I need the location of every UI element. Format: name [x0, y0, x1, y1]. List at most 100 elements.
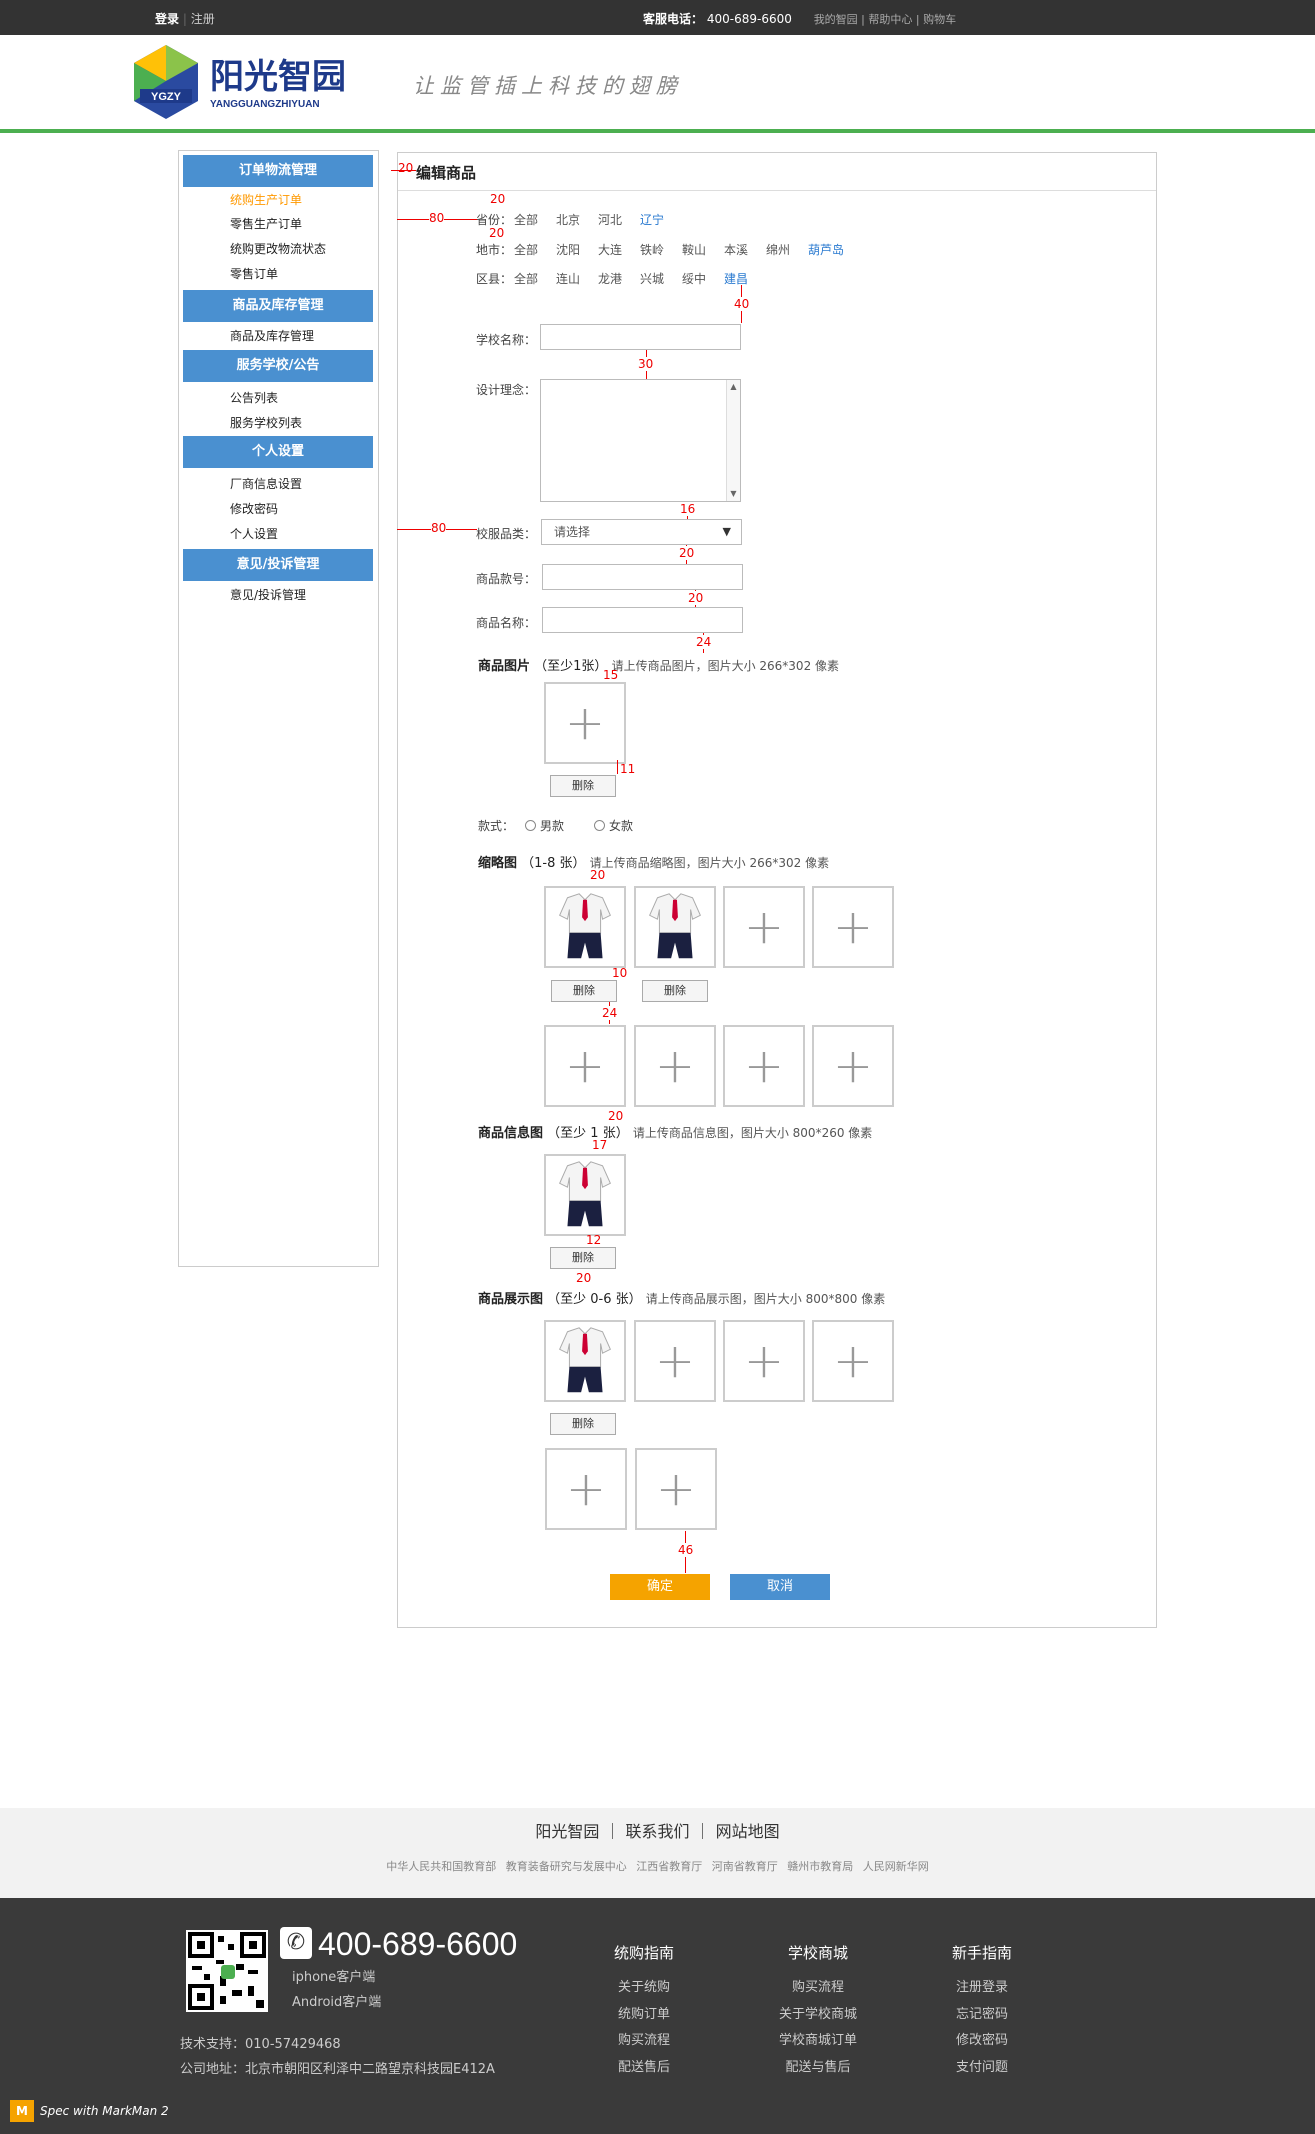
district-option-suizhong[interactable]: 绥中	[682, 270, 706, 287]
city-option-anshan[interactable]: 鞍山	[682, 241, 706, 258]
cancel-button[interactable]: 取消	[730, 1574, 830, 1600]
login-link[interactable]: 登录	[155, 12, 179, 26]
district-option-all[interactable]: 全部	[514, 270, 538, 287]
item-no-input[interactable]	[542, 564, 743, 590]
footer-col-guide-item[interactable]: 修改密码	[922, 2029, 1042, 2048]
sidebar-item-bulk-order[interactable]: 统购生产订单	[230, 191, 302, 208]
province-option-hebei[interactable]: 河北	[598, 211, 622, 228]
school-name-input[interactable]	[540, 324, 741, 350]
marker-20f: 20	[590, 868, 606, 882]
style-male-label: 男款	[540, 819, 565, 833]
thumb-slot-4[interactable]: +	[812, 886, 894, 968]
qr-code	[186, 1930, 268, 2012]
city-option-all[interactable]: 全部	[514, 241, 538, 258]
logo-en: YANGGUANGZHIYUAN	[210, 99, 320, 110]
info-section-count: （至少 1 张）	[547, 1126, 629, 1141]
thumb-slot-1[interactable]	[544, 886, 626, 968]
sidebar-item-school-list[interactable]: 服务学校列表	[230, 414, 302, 431]
style-radio-male[interactable]: 男款	[525, 817, 564, 834]
sidebar-item-change-password[interactable]: 修改密码	[230, 500, 278, 517]
sidebar-item-vendor-info[interactable]: 厂商信息设置	[230, 475, 302, 492]
plus-icon: +	[743, 1038, 785, 1094]
design-textarea[interactable]: ▲ ▼	[540, 379, 741, 502]
thumb-delete-button-2[interactable]: 删除	[642, 980, 708, 1002]
marker-line	[617, 760, 618, 774]
image-delete-button[interactable]: 删除	[550, 775, 616, 797]
top-links[interactable]: 我的智园 | 帮助中心 | 购物车	[814, 13, 956, 26]
textarea-scrollbar[interactable]: ▲ ▼	[726, 380, 740, 501]
confirm-button[interactable]: 确定	[610, 1574, 710, 1600]
city-option-mianzhou[interactable]: 绵州	[766, 241, 790, 258]
sidebar-item-feedback[interactable]: 意见/投诉管理	[230, 586, 306, 603]
footer-main-links[interactable]: 阳光智园 ｜ 联系我们 ｜ 网站地图	[0, 1818, 1315, 1842]
sidebar-item-goods-stock[interactable]: 商品及库存管理	[230, 327, 314, 344]
footer-col-bulk-item[interactable]: 配送售后	[584, 2056, 704, 2075]
footer-android-client[interactable]: Android客户端	[292, 1991, 381, 2010]
footer-col-bulk-item[interactable]: 关于统购	[584, 1976, 704, 1995]
display-delete-button[interactable]: 删除	[550, 1413, 616, 1435]
display-slot-5[interactable]: +	[545, 1448, 627, 1530]
district-option-lianshan[interactable]: 连山	[556, 270, 580, 287]
thumb-slot-6[interactable]: +	[634, 1025, 716, 1107]
city-option-dalian[interactable]: 大连	[598, 241, 622, 258]
footer-partner-links[interactable]: 中华人民共和国教育部 教育装备研究与发展中心 江西省教育厅 河南省教育厅 赣州市…	[0, 1858, 1315, 1874]
uniform-image	[559, 1327, 611, 1393]
footer-col-bulk-item[interactable]: 统购订单	[584, 2003, 704, 2022]
info-slot-1[interactable]	[544, 1154, 626, 1236]
province-option-all[interactable]: 全部	[514, 211, 538, 228]
sidebar-group-school-notice[interactable]: 服务学校/公告	[183, 350, 373, 382]
district-option-jianchang[interactable]: 建昌	[724, 270, 748, 287]
footer-col-guide-item[interactable]: 支付问题	[922, 2056, 1042, 2075]
sidebar-group-personal[interactable]: 个人设置	[183, 436, 373, 468]
display-slot-3[interactable]: +	[723, 1320, 805, 1402]
info-delete-button[interactable]: 删除	[550, 1247, 616, 1269]
register-link[interactable]: 注册	[191, 12, 215, 26]
sidebar-item-notice-list[interactable]: 公告列表	[230, 389, 278, 406]
district-option-longgang[interactable]: 龙港	[598, 270, 622, 287]
thumb-slot-5[interactable]: +	[544, 1025, 626, 1107]
thumb-slot-8[interactable]: +	[812, 1025, 894, 1107]
province-option-liaoning[interactable]: 辽宁	[640, 211, 664, 228]
footer-col-mall-item[interactable]: 购买流程	[758, 1976, 878, 1995]
city-option-benxi[interactable]: 本溪	[724, 241, 748, 258]
display-slot-4[interactable]: +	[812, 1320, 894, 1402]
footer-col-guide-item[interactable]: 注册登录	[922, 1976, 1042, 1995]
thumb-section-name: 缩略图	[478, 856, 518, 871]
province-option-beijing[interactable]: 北京	[556, 211, 580, 228]
sidebar-group-order-logistics[interactable]: 订单物流管理	[183, 155, 373, 187]
footer-col-mall-item[interactable]: 学校商城订单	[758, 2029, 878, 2048]
display-slot-2[interactable]: +	[634, 1320, 716, 1402]
sidebar-item-retail-order[interactable]: 零售订单	[230, 265, 278, 282]
footer-col-mall-item[interactable]: 配送与售后	[758, 2056, 878, 2075]
thumb-slot-3[interactable]: +	[723, 886, 805, 968]
sidebar-group-feedback[interactable]: 意见/投诉管理	[183, 549, 373, 581]
city-option-tieling[interactable]: 铁岭	[640, 241, 664, 258]
sidebar-item-retail-production[interactable]: 零售生产订单	[230, 215, 302, 232]
school-name-label: 学校名称：	[476, 333, 537, 347]
display-slot-1[interactable]	[544, 1320, 626, 1402]
city-option-huludao[interactable]: 葫芦岛	[808, 241, 844, 258]
footer-ios-client[interactable]: iphone客户端	[292, 1966, 375, 1985]
footer-col-bulk-item[interactable]: 购买流程	[584, 2029, 704, 2048]
city-option-shenyang[interactable]: 沈阳	[556, 241, 580, 258]
footer-col-guide-item[interactable]: 忘记密码	[922, 2003, 1042, 2022]
category-select[interactable]: 请选择 ▼	[541, 519, 742, 545]
thumb-slot-7[interactable]: +	[723, 1025, 805, 1107]
sidebar-group-goods-stock[interactable]: 商品及库存管理	[183, 290, 373, 322]
footer-col-mall-item[interactable]: 关于学校商城	[758, 2003, 878, 2022]
sidebar-item-personal-settings[interactable]: 个人设置	[230, 525, 278, 542]
sidebar-item-logistics-status[interactable]: 统购更改物流状态	[230, 240, 326, 257]
thumb-delete-button-1[interactable]: 删除	[551, 980, 617, 1002]
display-section-title: 商品展示图 （至少 0-6 张） 请上传商品展示图，图片大小 800*800 像…	[478, 1288, 885, 1307]
display-slot-6[interactable]: +	[635, 1448, 717, 1530]
logo[interactable]: YGZY 阳光智园 YANGGUANGZHIYUAN	[130, 43, 370, 123]
marker-15: 15	[603, 668, 619, 682]
markman-logo-icon: M	[10, 2100, 34, 2122]
item-name-input[interactable]	[542, 607, 743, 633]
style-radio-female[interactable]: 女款	[594, 817, 633, 834]
marker-12: 12	[586, 1233, 602, 1247]
thumb-slot-2[interactable]	[634, 886, 716, 968]
footer-phone: 400-689-6600	[318, 1926, 518, 1962]
image-upload-slot[interactable]: +	[544, 682, 626, 764]
district-option-xingcheng[interactable]: 兴城	[640, 270, 664, 287]
